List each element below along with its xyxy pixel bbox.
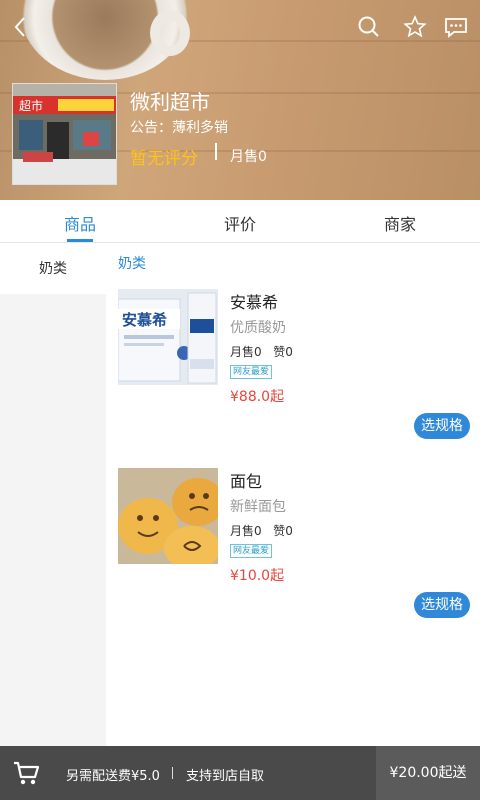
product-item[interactable]: 安慕希 安慕希 优质酸奶 月售0 赞0 网友最爱 ¥88.0起 选规格 [118,289,474,439]
category-title: 奶类 [118,256,146,272]
product-desc: 新鲜面包 [230,499,286,515]
product-desc: 优质酸奶 [230,320,286,336]
product-stats: 月售0 赞0 [230,343,293,360]
product-tag: 网友最爱 [230,544,273,558]
product-likes: 赞0 [273,524,293,538]
tab-products[interactable]: 商品 [0,211,160,235]
pickup-note: 支持到店自取 [186,769,265,784]
tab-reviews[interactable]: 评价 [160,211,320,235]
tab-merchant[interactable]: 商家 [320,211,480,235]
active-tab-indicator [67,239,93,242]
product-stats: 月售0 赞0 [230,522,293,539]
product-sales: 月售0 [230,524,262,538]
sidebar-item-dairy[interactable]: 奶类 [0,244,106,294]
message-icon[interactable] [443,14,469,40]
product-price: ¥10.0起 [230,568,285,584]
footer-divider [172,767,173,779]
star-icon[interactable] [402,14,428,40]
delivery-fee: 另需配送费¥5.0 [66,769,160,784]
tab-bar: 商品 评价 商家 [0,200,480,243]
store-sign-text: 超市 [19,98,43,113]
store-name: 微利超市 [130,90,210,114]
product-item[interactable]: 面包 新鲜面包 月售0 赞0 网友最爱 ¥10.0起 选规格 [118,468,474,618]
product-sales: 月售0 [230,345,262,359]
store-header: 超市 微利超市 公告：薄利多销 暂无评分 月售0 [0,0,480,200]
product-price: ¥88.0起 [230,389,285,405]
product-likes: 赞0 [273,345,293,359]
store-rating: 暂无评分 [130,149,198,169]
select-spec-button[interactable]: 选规格 [414,592,470,618]
cart-footer: 另需配送费¥5.0 支持到店自取 ¥20.00起送 [0,746,480,800]
product-tag: 网友最爱 [230,365,273,379]
back-icon[interactable] [8,14,34,40]
header-divider [215,143,217,160]
store-notice: 公告：薄利多销 [130,120,228,136]
cart-icon[interactable] [12,760,40,786]
yogurt-brand-text: 安慕希 [122,311,167,329]
checkout-button[interactable]: ¥20.00起送 [376,746,480,800]
select-spec-button[interactable]: 选规格 [414,413,470,439]
product-name: 面包 [230,472,263,491]
store-photo: 超市 [12,83,117,185]
product-name: 安慕希 [230,293,279,312]
category-sidebar: 奶类 [0,244,106,746]
product-image-bread [118,468,218,564]
search-icon[interactable] [356,14,382,40]
monthly-sales: 月售0 [230,149,267,165]
coffee-cup-handle [150,10,190,56]
product-image-yogurt: 安慕希 [118,289,218,385]
